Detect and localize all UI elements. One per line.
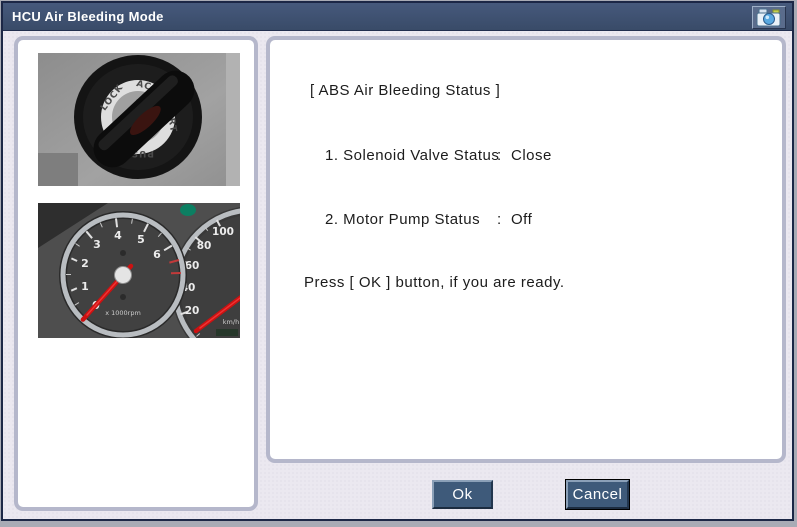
tach-number: 4 xyxy=(114,229,122,242)
status-panel: [ ABS Air Bleeding Status ] 1. Solenoid … xyxy=(266,36,786,463)
speed-number: 60 xyxy=(185,260,200,272)
status-item-value: : Off xyxy=(497,211,533,228)
titlebar: HCU Air Bleeding Mode xyxy=(3,3,792,31)
status-item-value: : Close xyxy=(497,147,552,164)
tach-number: 5 xyxy=(137,233,145,246)
tach-number: 6 xyxy=(153,248,161,261)
screenshot-button[interactable] xyxy=(752,6,786,29)
tach-number: 2 xyxy=(81,257,89,270)
cancel-button[interactable]: Cancel xyxy=(566,480,629,509)
instrument-cluster-image: 20 40 60 80 100 km/h 1 2 3 4 5 6 x 1000r… xyxy=(38,203,240,338)
tachometer: 0 1 2 3 4 5 6 x 1000rpm xyxy=(59,211,187,338)
ignition-switch-image: LOCK ACC START PUSH xyxy=(38,53,240,186)
camera-icon xyxy=(756,8,781,27)
tach-number: 3 xyxy=(93,238,101,251)
status-item-motor-pump: 2. Motor Pump Status : Off xyxy=(325,211,532,228)
speed-unit: km/h xyxy=(223,318,239,326)
dialog-window: HCU Air Bleeding Mode LOCK ACC PUSH 20 4… xyxy=(1,1,794,521)
speed-number: 80 xyxy=(197,240,212,252)
status-item-label: 1. Solenoid Valve Status xyxy=(325,147,500,164)
ok-button[interactable]: Ok xyxy=(432,480,493,509)
tach-number: 1 xyxy=(81,280,89,293)
status-item-solenoid: 1. Solenoid Valve Status : Close xyxy=(325,147,552,164)
window-title: HCU Air Bleeding Mode xyxy=(12,9,164,24)
status-item-label: 2. Motor Pump Status xyxy=(325,211,481,228)
speed-number: 100 xyxy=(212,226,234,238)
tach-unit: x 1000rpm xyxy=(105,309,141,317)
illustration-panel: LOCK ACC START PUSH xyxy=(14,36,258,511)
instruction-text: Press [ OK ] button, if you are ready. xyxy=(304,274,565,291)
speed-number: 20 xyxy=(185,305,200,317)
status-heading: [ ABS Air Bleeding Status ] xyxy=(310,82,501,99)
